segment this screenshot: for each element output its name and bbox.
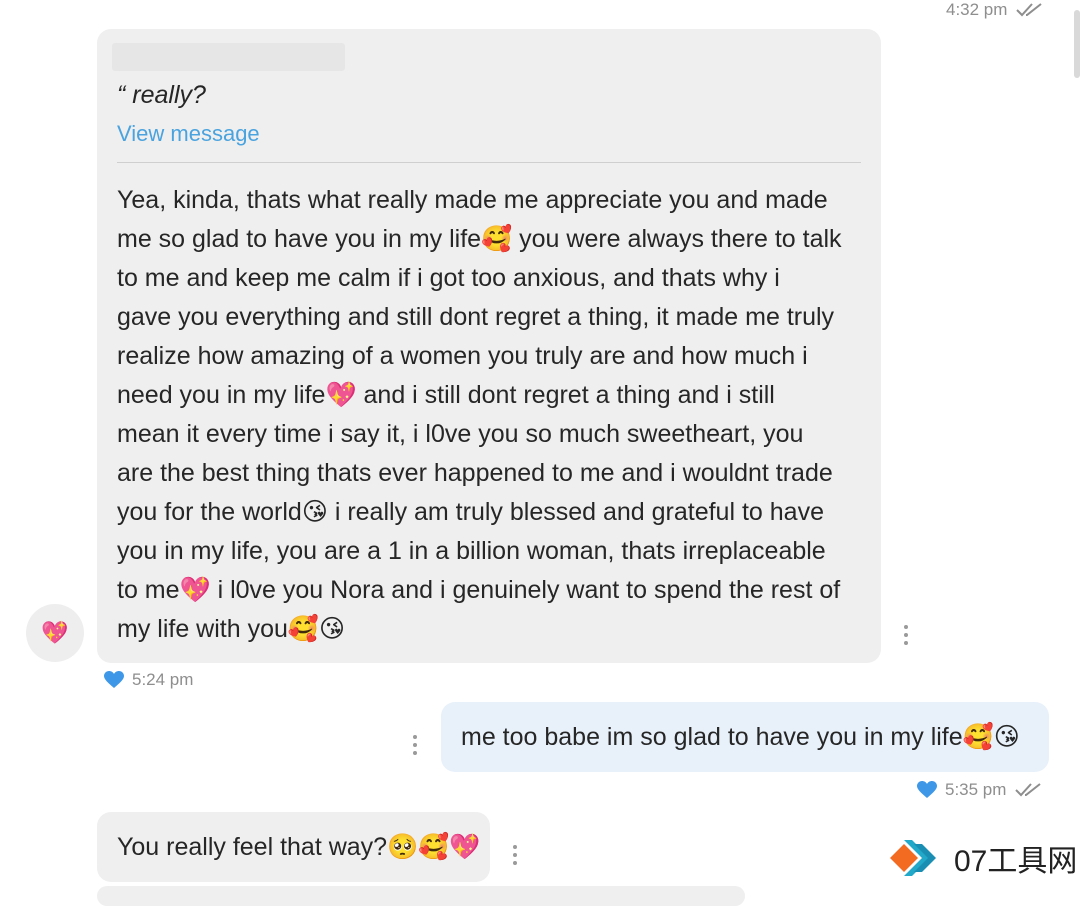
watermark: 07工具网 (888, 830, 1077, 886)
message-text: me too babe im so glad to have you in my… (461, 723, 1020, 751)
watermark-text: 07工具网 (954, 845, 1078, 878)
avatar-emoji: 💖 (41, 620, 69, 645)
outgoing-message-bubble[interactable]: me too babe im so glad to have you in my… (441, 702, 1049, 772)
incoming-message-bubble[interactable]: “ really? View message Yea, kinda, thats… (97, 29, 881, 663)
heart-icon (917, 781, 937, 798)
message-status: 5:24 pm (104, 670, 193, 690)
heart-icon (104, 671, 124, 688)
reply-quote: “ really? (117, 81, 206, 109)
timestamp: 4:32 pm (946, 0, 1008, 19)
message-options-icon[interactable] (512, 845, 518, 865)
reply-sender-placeholder (112, 43, 345, 71)
timestamp: 5:35 pm (945, 780, 1007, 799)
message-status-top: 4:32 pm (946, 0, 1045, 20)
incoming-message-bubble[interactable]: You really feel that way?🥺🥰💖 (97, 812, 490, 882)
view-message-link[interactable]: View message (117, 121, 260, 147)
message-options-icon[interactable] (903, 625, 909, 645)
double-check-icon (1015, 783, 1042, 797)
message-text: You really feel that way?🥺🥰💖 (117, 833, 481, 861)
watermark-logo-icon (890, 840, 936, 876)
message-options-icon[interactable] (412, 735, 418, 755)
message-text: Yea, kinda, thats what really made me ap… (117, 186, 842, 643)
double-check-icon (1016, 3, 1043, 17)
scrollbar[interactable] (1074, 10, 1080, 78)
divider (117, 162, 861, 163)
timestamp: 5:24 pm (132, 670, 194, 689)
incoming-message-bubble-partial[interactable] (97, 886, 745, 906)
message-status: 5:35 pm (917, 780, 1044, 800)
avatar[interactable]: 💖 (26, 604, 84, 662)
